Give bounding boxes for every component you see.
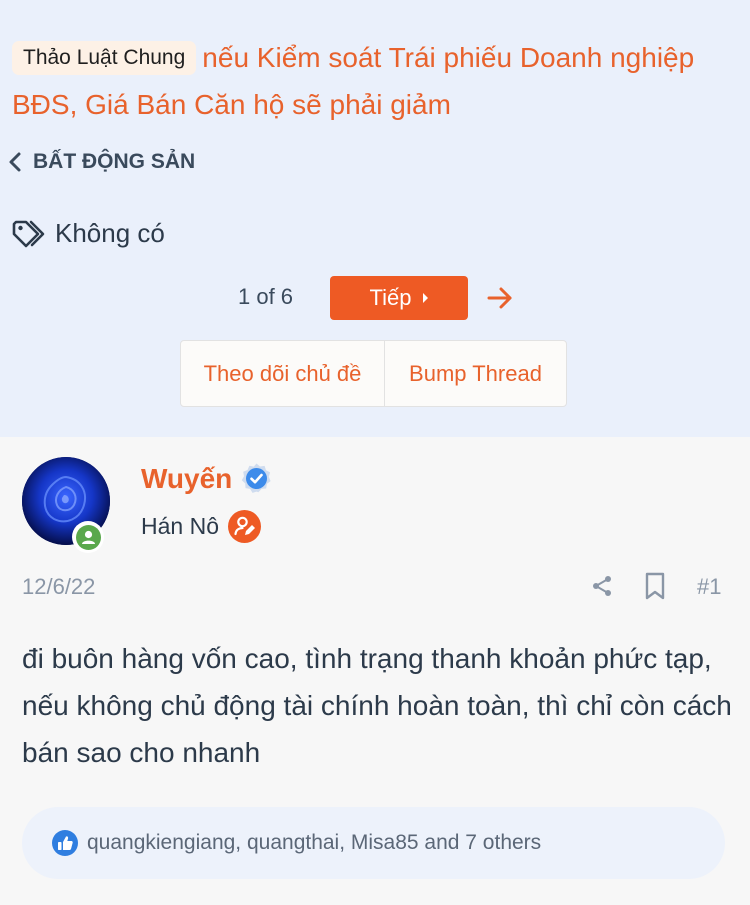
tag-list: Không có	[10, 215, 165, 251]
post-card: Wuyến Hán Nô 12/6/22 #1 đi buôn hàng vốn…	[0, 437, 750, 905]
author-role: Hán Nô	[141, 510, 261, 543]
thread-prefix[interactable]: Thảo Luật Chung	[12, 41, 197, 75]
pagination: 1 of 6 Tiếp	[0, 276, 750, 320]
breadcrumb-label: BẤT ĐỘNG SẢN	[33, 150, 196, 173]
caret-right-icon	[423, 293, 429, 303]
tag-icon	[12, 220, 45, 248]
online-status-icon	[72, 521, 104, 553]
thread-title: Thảo Luật Chung nếu Kiểm soát Trái phiếu …	[12, 34, 732, 128]
author-name[interactable]: Wuyến	[141, 463, 232, 495]
author-row: Wuyến	[141, 462, 273, 495]
breadcrumb[interactable]: BẤT ĐỘNG SẢN	[8, 150, 195, 174]
reactions-bar[interactable]: quangkiengiang, quangthai, Misa85 and 7 …	[22, 807, 725, 879]
arrow-right-icon[interactable]	[486, 285, 514, 311]
watch-thread-button[interactable]: Theo dõi chủ đề	[181, 341, 385, 406]
bump-thread-button[interactable]: Bump Thread	[385, 341, 566, 406]
next-page-label: Tiếp	[369, 285, 412, 310]
share-icon[interactable]	[590, 574, 614, 598]
thread-header: Thảo Luật Chung nếu Kiểm soát Trái phiếu …	[0, 0, 750, 437]
thread-actions: Theo dõi chủ đề Bump Thread	[180, 340, 567, 407]
like-icon	[52, 830, 78, 856]
post-number[interactable]: #1	[697, 574, 721, 600]
reactions-text: quangkiengiang, quangthai, Misa85 and 7 …	[87, 831, 542, 854]
page-count[interactable]: 1 of 6	[238, 284, 293, 310]
bookmark-icon[interactable]	[644, 572, 666, 600]
post-date[interactable]: 12/6/22	[22, 574, 95, 600]
next-page-button[interactable]: Tiếp	[330, 276, 468, 320]
post-body: đi buôn hàng vốn cao, tình trạng thanh k…	[22, 643, 732, 768]
chevron-left-icon	[9, 152, 21, 172]
verified-badge-icon	[242, 463, 271, 493]
tags-label: Không có	[55, 217, 165, 248]
user-title: Hán Nô	[141, 513, 219, 539]
user-edit-icon	[227, 510, 261, 543]
